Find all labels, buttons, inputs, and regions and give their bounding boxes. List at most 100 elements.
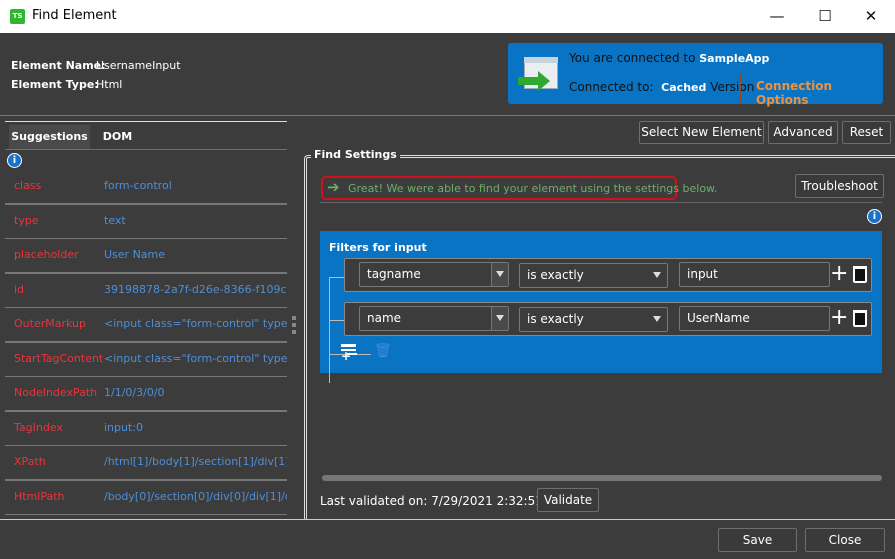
filter-value-input[interactable]: input xyxy=(679,262,830,287)
delete-group-icon[interactable]: 🗑 xyxy=(374,343,392,359)
add-filter-icon[interactable]: + xyxy=(830,260,848,288)
divider xyxy=(5,341,287,343)
add-filter-icon[interactable]: + xyxy=(830,304,848,332)
divider xyxy=(740,73,741,103)
save-button[interactable]: Save xyxy=(718,528,797,552)
element-name-label: Element Name: xyxy=(11,59,106,72)
element-name-value: UsernameInput xyxy=(96,59,181,72)
validate-button[interactable]: Validate xyxy=(537,488,599,512)
divider xyxy=(0,519,300,520)
tree-line xyxy=(329,277,344,278)
suggestion-key: type xyxy=(14,213,39,227)
suggestion-row[interactable]: TagIndex input:0 xyxy=(5,412,287,446)
tab-underline xyxy=(5,149,287,150)
filter-operator-select[interactable]: is exactly xyxy=(519,307,668,332)
suggestion-value: form-control xyxy=(104,179,172,192)
connection-panel: You are connected to SampleApp Connected… xyxy=(508,43,883,107)
horizontal-scrollbar[interactable] xyxy=(322,475,882,481)
advanced-button[interactable]: Advanced xyxy=(768,121,838,144)
suggestion-value: 1/1/0/3/0/0 xyxy=(104,386,165,399)
suggestion-key: StartTagContent xyxy=(14,351,104,365)
suggestion-value: <input class="form-control" type="t xyxy=(104,317,287,330)
filter-operator-value: is exactly xyxy=(527,268,584,282)
select-new-element-button[interactable]: Select New Element xyxy=(639,121,764,144)
chevron-down-icon xyxy=(653,272,661,278)
window-title: Find Element xyxy=(32,8,117,23)
divider xyxy=(5,121,287,122)
filter-operator-select[interactable]: is exactly xyxy=(519,263,668,288)
suggestion-row[interactable]: XPath /html[1]/body[1]/section[1]/div[1]… xyxy=(5,446,287,480)
suggestion-value: /body[0]/section[0]/div[0]/div[1]/div[ xyxy=(104,489,287,503)
tab-dom[interactable]: DOM xyxy=(90,125,145,149)
suggestion-key: TagIndex xyxy=(14,420,63,434)
tree-line xyxy=(329,320,344,321)
connected-to-label: Connected to: xyxy=(569,80,654,94)
chevron-down-icon xyxy=(496,315,504,321)
suggestion-key: NodeIndexPath xyxy=(14,386,98,399)
header-divider xyxy=(0,115,895,116)
troubleshoot-button[interactable]: Troubleshoot xyxy=(795,174,884,198)
divider xyxy=(5,203,287,205)
suggestion-key: class xyxy=(14,179,42,192)
suggestion-key: XPath xyxy=(14,455,46,468)
filter-value-input[interactable]: UserName xyxy=(679,306,830,331)
filter-field-select[interactable]: tagname xyxy=(359,262,509,287)
maximize-button[interactable]: ☐ xyxy=(810,5,840,27)
info-icon[interactable]: i xyxy=(867,209,882,224)
close-button[interactable]: Close xyxy=(805,528,885,552)
success-message: ➔ Great! We were able to find your eleme… xyxy=(321,176,718,200)
suggestion-row[interactable]: class form-control xyxy=(5,170,287,204)
last-validated-text: Last validated on: 7/29/2021 2:32:51 PM xyxy=(320,494,565,508)
dropdown-button[interactable] xyxy=(491,307,508,330)
suggestion-key: id xyxy=(14,282,25,296)
suggestion-value: input:0 xyxy=(104,420,143,434)
close-window-button[interactable]: ✕ xyxy=(856,5,886,27)
suggestion-value: text xyxy=(104,213,126,227)
connection-options-link[interactable]: Connection Options xyxy=(756,79,883,107)
suggestion-value: <input class="form-control" type="t xyxy=(104,351,287,365)
title-bar: TS Find Element — ☐ ✕ xyxy=(0,0,895,33)
suggestion-row[interactable]: type text xyxy=(5,205,287,239)
connected-app-name: SampleApp xyxy=(699,52,770,65)
connected-app-text: You are connected to SampleApp xyxy=(569,51,769,65)
panel-splitter-handle[interactable] xyxy=(292,316,296,334)
chevron-down-icon xyxy=(496,271,504,277)
success-text: Great! We were able to find your element… xyxy=(348,182,718,195)
suggestion-row[interactable]: NodeIndexPath 1/1/0/3/0/0 xyxy=(5,377,287,411)
reset-button[interactable]: Reset xyxy=(842,121,891,144)
element-type-value: Html xyxy=(96,78,123,91)
suggestion-value: User Name xyxy=(104,248,166,261)
delete-filter-icon[interactable] xyxy=(853,310,867,327)
info-icon[interactable]: i xyxy=(7,153,22,168)
divider xyxy=(5,238,287,239)
divider xyxy=(5,376,287,377)
filter-operator-value: is exactly xyxy=(527,312,584,326)
filters-title: Filters for input xyxy=(329,241,427,254)
suggestion-row[interactable]: placeholder User Name xyxy=(5,239,287,273)
suggestion-row[interactable]: StartTagContent <input class="form-contr… xyxy=(5,343,287,377)
dropdown-button[interactable] xyxy=(491,263,508,286)
divider xyxy=(5,307,287,308)
divider xyxy=(5,479,287,481)
suggestion-row[interactable]: id 39198878-2a7f-d26e-8366-f109c6aa4 xyxy=(5,274,287,308)
divider xyxy=(5,445,287,446)
suggestion-key: HtmlPath xyxy=(14,489,65,503)
find-settings-title: Find Settings xyxy=(311,148,400,161)
app-logo-icon: TS xyxy=(10,9,25,24)
divider xyxy=(5,272,287,274)
filter-field-select[interactable]: name xyxy=(359,306,509,331)
tree-line xyxy=(329,290,330,354)
minimize-button[interactable]: — xyxy=(762,5,792,27)
suggestion-row[interactable]: OuterMarkup <input class="form-control" … xyxy=(5,308,287,342)
divider xyxy=(320,202,882,203)
filter-field-value: tagname xyxy=(367,267,421,281)
suggestion-row[interactable]: HtmlPath /body[0]/section[0]/div[0]/div[… xyxy=(5,481,287,515)
tab-suggestions[interactable]: Suggestions xyxy=(9,125,90,149)
add-filter-group-icon[interactable]: + xyxy=(341,344,358,362)
element-type-label: Element Type: xyxy=(11,78,99,91)
cached-label: Cached xyxy=(661,81,707,94)
suggestion-key: OuterMarkup xyxy=(14,317,86,330)
connected-prefix: You are connected to xyxy=(569,51,696,65)
delete-filter-icon[interactable] xyxy=(853,266,867,283)
suggestion-key: placeholder xyxy=(14,248,79,261)
